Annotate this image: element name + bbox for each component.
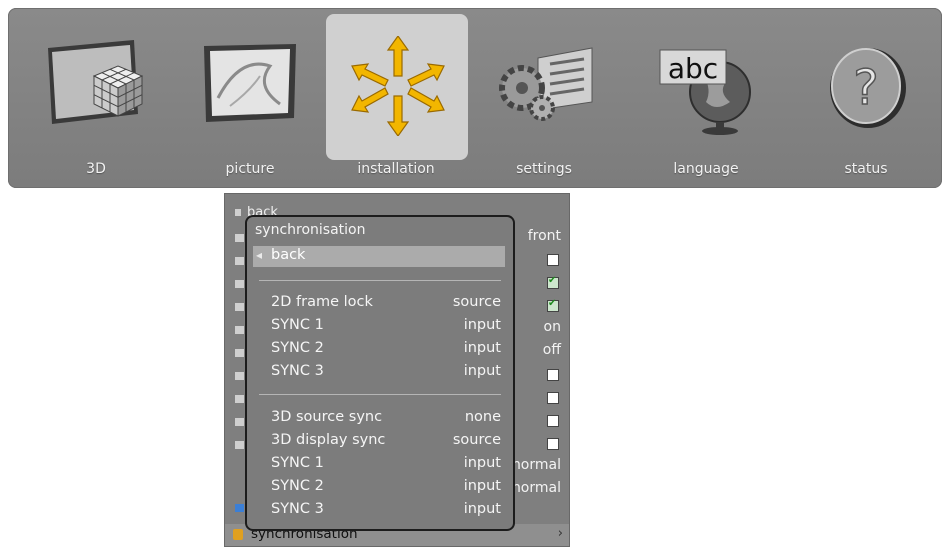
divider <box>259 280 501 281</box>
menu-item-settings[interactable]: settings <box>474 8 614 188</box>
under-value-text[interactable]: front <box>528 228 561 244</box>
sync-row[interactable]: 3D display sync source <box>247 432 509 452</box>
setting-icon <box>235 395 244 403</box>
menu-item-label: picture <box>225 161 275 177</box>
sync-row[interactable]: SYNC 2 input <box>247 340 509 360</box>
svg-text:abc: abc <box>668 52 718 85</box>
checkmark-icon <box>235 504 244 512</box>
sync-row[interactable]: 3D source sync none <box>247 409 509 429</box>
setting-icon <box>235 326 244 334</box>
sync-row-value: input <box>463 340 501 356</box>
sync-row-value: source <box>452 294 501 310</box>
sync-row[interactable]: SYNC 1 input <box>247 317 509 337</box>
under-value-text[interactable]: normal <box>512 457 561 473</box>
checkbox-unchecked[interactable] <box>547 438 559 450</box>
checkbox-unchecked[interactable] <box>547 254 559 266</box>
submenu-title: synchronisation <box>255 222 366 238</box>
back-arrow-icon: ◂ <box>256 248 263 262</box>
divider <box>259 394 501 395</box>
sync-row[interactable]: SYNC 1 input <box>247 455 509 475</box>
synchronisation-submenu: synchronisation ◂ back 2D frame lock sou… <box>245 215 515 531</box>
setting-icon <box>235 372 244 380</box>
menu-item-label: installation <box>357 161 435 177</box>
setting-icon <box>235 234 244 242</box>
menu-item-label: 3D <box>86 161 106 177</box>
menu-item-language[interactable]: abc language <box>636 8 776 188</box>
checkbox-checked[interactable] <box>547 298 559 312</box>
sync-row-label: SYNC 1 <box>271 455 324 471</box>
setting-icon <box>235 349 244 357</box>
under-value-text[interactable]: off <box>543 342 561 358</box>
sync-row[interactable]: SYNC 3 input <box>247 501 509 521</box>
lock-icon <box>233 529 243 540</box>
back-button[interactable]: ◂ back <box>253 246 505 267</box>
gears-settings-icon <box>499 47 593 121</box>
sync-row[interactable]: SYNC 3 input <box>247 363 509 383</box>
setting-icon <box>235 418 244 426</box>
under-value-text[interactable]: normal <box>512 480 561 496</box>
setting-icon <box>235 257 244 265</box>
setting-icon <box>235 441 244 449</box>
sync-row-label: 3D display sync <box>271 432 386 448</box>
checkbox-unchecked[interactable] <box>547 392 559 404</box>
back-button-label: back <box>271 247 306 263</box>
main-menu-bar: 3D picture installation settings abc lan… <box>8 8 942 188</box>
menu-item-status[interactable]: ? status <box>796 8 936 188</box>
menu-item-label: status <box>844 161 888 177</box>
checkbox-unchecked[interactable] <box>547 415 559 427</box>
sync-row-label: 2D frame lock <box>271 294 373 310</box>
menu-item-label: settings <box>516 161 572 177</box>
abc-globe-icon: abc <box>659 49 751 135</box>
svg-text:?: ? <box>853 60 878 116</box>
sync-row-label: SYNC 3 <box>271 501 324 517</box>
sync-row-value: input <box>463 363 501 379</box>
sync-row-value: input <box>463 455 501 471</box>
checkbox-checked[interactable] <box>547 275 559 289</box>
sync-row-value: source <box>452 432 501 448</box>
menu-item-installation[interactable]: installation <box>326 8 468 188</box>
sync-row-label: SYNC 1 <box>271 317 324 333</box>
sync-row-label: SYNC 2 <box>271 478 324 494</box>
under-value-text[interactable]: on <box>544 319 561 335</box>
setting-icon <box>235 303 244 311</box>
menu-item-picture[interactable]: picture <box>180 8 320 188</box>
sync-row-value: none <box>464 409 501 425</box>
sync-row-label: 3D source sync <box>271 409 383 425</box>
installation-arrows-icon <box>351 36 445 136</box>
sync-row-value: input <box>463 478 501 494</box>
chevron-right-icon: › <box>557 526 563 541</box>
sync-row-value: input <box>463 501 501 517</box>
question-mark-icon: ? <box>830 48 906 128</box>
menu-item-3d[interactable]: 3D <box>26 8 166 188</box>
checkbox-unchecked[interactable] <box>547 369 559 381</box>
sync-row[interactable]: 2D frame lock source <box>247 294 509 314</box>
sync-row[interactable]: SYNC 2 input <box>247 478 509 498</box>
sync-row-label: SYNC 3 <box>271 363 324 379</box>
picture-frame-icon <box>204 44 296 122</box>
sync-row-value: input <box>463 317 501 333</box>
rubiks-cube-icon <box>48 40 144 124</box>
sync-row-label: SYNC 2 <box>271 340 324 356</box>
back-arrow-icon <box>235 209 241 216</box>
menu-item-label: language <box>673 161 739 177</box>
setting-icon <box>235 280 244 288</box>
